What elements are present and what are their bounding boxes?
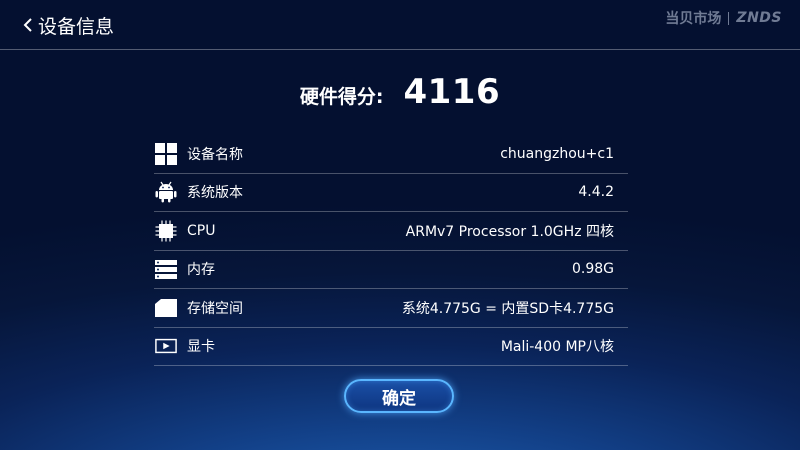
back-button[interactable]: 设备信息 xyxy=(22,11,114,39)
score-label: 硬件得分: xyxy=(299,86,384,108)
page-title: 设备信息 xyxy=(38,15,115,38)
info-value: Mali-400 MP八核 xyxy=(500,339,614,356)
memory-icon xyxy=(155,258,177,280)
info-row-device-name: 设备名称 chuangzhou+c1 xyxy=(154,135,628,174)
info-row-memory: 内存 0.98G xyxy=(154,251,628,289)
info-row-cpu: CPU ARMv7 Processor 1.0GHz 四核 xyxy=(154,212,628,251)
brand-logo: 当贝市场 ZNDS xyxy=(665,8,782,28)
score-value: 4116 xyxy=(403,72,501,112)
confirm-button[interactable]: 确定 xyxy=(344,379,454,413)
info-row-os-version: 系统版本 4.4.2 xyxy=(154,174,628,212)
gpu-play-icon xyxy=(155,335,177,357)
info-label: 系统版本 xyxy=(187,185,243,202)
android-icon xyxy=(155,181,177,203)
folder-icon xyxy=(155,297,177,319)
top-bar: 设备信息 当贝市场 ZNDS xyxy=(0,0,800,50)
info-value: ARMv7 Processor 1.0GHz 四核 xyxy=(405,223,614,240)
info-label: CPU xyxy=(187,222,216,239)
info-value: 系统4.775G = 内置SD卡4.775G xyxy=(401,300,614,317)
info-value: chuangzhou+c1 xyxy=(500,145,614,162)
info-label: 设备名称 xyxy=(187,146,243,163)
info-value: 4.4.2 xyxy=(578,184,614,201)
brand-name-en: ZNDS xyxy=(736,10,782,26)
chevron-left-icon xyxy=(23,18,32,32)
info-row-gpu: 显卡 Mali-400 MP八核 xyxy=(154,328,628,366)
device-info-list: 设备名称 chuangzhou+c1 系统版本 4.4.2 CPU ARMv7 … xyxy=(154,135,628,366)
brand-separator xyxy=(728,11,730,25)
info-label: 内存 xyxy=(187,262,215,279)
info-value: 0.98G xyxy=(571,261,614,278)
info-label: 存储空间 xyxy=(187,300,243,317)
info-row-storage: 存储空间 系统4.775G = 内置SD卡4.775G xyxy=(154,289,628,328)
hardware-score: 硬件得分: 4116 xyxy=(0,72,800,112)
info-label: 显卡 xyxy=(187,339,215,356)
cpu-chip-icon xyxy=(155,220,177,242)
brand-name-cn: 当贝市场 xyxy=(665,11,722,27)
grid-icon xyxy=(155,142,177,165)
